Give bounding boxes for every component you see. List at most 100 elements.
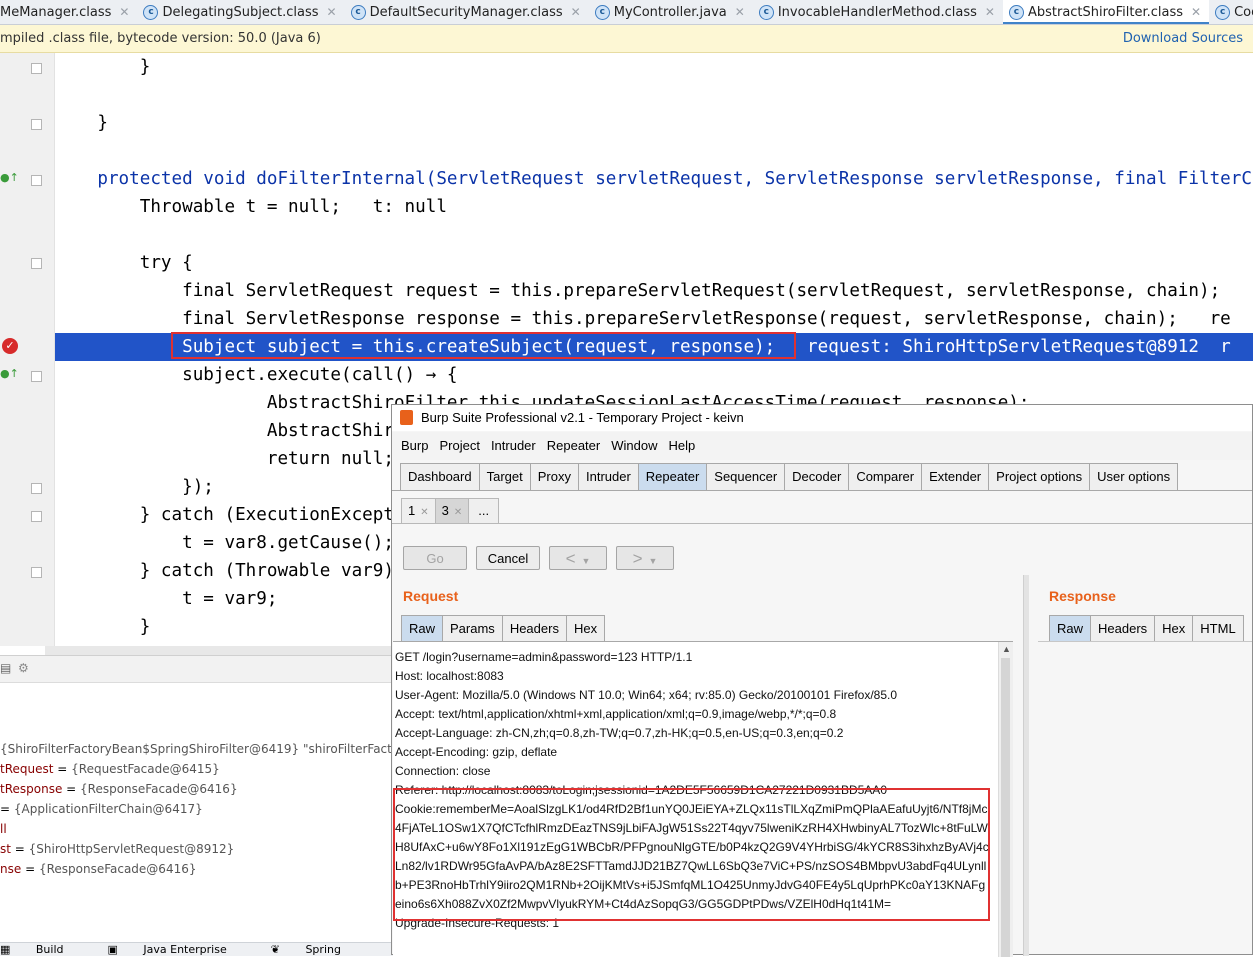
variable-row[interactable]: tResponse = {ResponseFacade@6416} <box>0 779 238 799</box>
class-icon: c <box>1008 5 1024 20</box>
editor-tab-bar: MeManager.class ✕ c DelegatingSubject.class… <box>0 0 1253 25</box>
fold-marker[interactable] <box>31 371 42 382</box>
close-icon[interactable]: ✕ <box>571 0 581 24</box>
dropdown-icon[interactable]: ▼ <box>649 556 658 566</box>
override-method-icon[interactable]: ●↑ <box>0 171 19 184</box>
menu-repeater[interactable]: Repeater <box>547 438 600 453</box>
tab-intruder[interactable]: Intruder <box>577 463 639 490</box>
code-line: final ServletResponse response = this.pr… <box>55 309 1231 329</box>
back-button[interactable]: < ▼ <box>549 546 607 570</box>
menu-window[interactable]: Window <box>611 438 657 453</box>
fold-marker[interactable] <box>31 511 42 522</box>
breakpoint-icon[interactable]: ✓ <box>2 338 18 354</box>
window-title: Burp Suite Professional v2.1 - Temporary… <box>421 410 744 425</box>
tab-proxy[interactable]: Proxy <box>529 463 579 490</box>
request-scrollbar[interactable]: ▲ <box>998 642 1013 957</box>
variable-row[interactable]: = {ApplicationFilterChain@6417} <box>0 799 203 819</box>
repeater-tab-new[interactable]: ... <box>468 498 500 523</box>
tab-dashboard[interactable]: Dashboard <box>400 463 480 490</box>
close-icon[interactable]: ✕ <box>119 0 129 24</box>
download-sources-link[interactable]: Download Sources <box>1123 25 1243 52</box>
ide-status-bar: ▦ Build ▣ Java Enterprise ❦ Spring <box>0 942 395 956</box>
close-icon[interactable]: ✕ <box>454 507 462 518</box>
menu-project[interactable]: Project <box>439 438 479 453</box>
repeater-tab-3[interactable]: 3 ✕ <box>434 498 470 523</box>
tab-repeater[interactable]: Repeater <box>637 463 708 490</box>
scrollbar-thumb[interactable] <box>1001 658 1010 957</box>
fold-marker[interactable] <box>31 119 42 130</box>
editor-gutter: ●↑ ✓ ●↑ <box>0 53 54 646</box>
request-line: GET /login?username=admin&password=123 H… <box>395 650 693 664</box>
decompiled-notice: mpiled .class file, bytecode version: 50… <box>0 31 321 46</box>
close-icon[interactable]: ✕ <box>420 507 428 518</box>
menu-burp[interactable]: Burp <box>401 438 428 453</box>
close-icon[interactable]: ✕ <box>1191 0 1201 24</box>
request-tab-hex[interactable]: Hex <box>565 615 606 641</box>
tab-decoder[interactable]: Decoder <box>784 463 850 490</box>
tab-target[interactable]: Target <box>478 463 531 490</box>
split-pane-divider[interactable] <box>1023 575 1029 956</box>
fold-marker[interactable] <box>31 63 42 74</box>
tab-extender[interactable]: Extender <box>921 463 990 490</box>
menu-intruder[interactable]: Intruder <box>491 438 536 453</box>
build-icon: ▦ <box>0 943 14 956</box>
variable-row[interactable]: tRequest = {RequestFacade@6415} <box>0 759 220 779</box>
spring-tool-tab[interactable]: ❦ Spring <box>271 943 363 956</box>
build-tool-tab[interactable]: ▦ Build <box>0 943 86 956</box>
editor-tab[interactable]: MeManager.class ✕ <box>0 0 137 24</box>
horizontal-scrollbar[interactable] <box>45 646 395 655</box>
burp-menu-bar: Burp Project Intruder Repeater Window Help <box>392 432 1252 460</box>
fold-marker[interactable] <box>31 175 42 186</box>
tab-project-options[interactable]: Project options <box>988 463 1091 490</box>
close-icon[interactable]: ✕ <box>985 0 995 24</box>
editor-tab[interactable]: c MyController.java ✕ <box>589 0 753 24</box>
request-header-connection: Connection: close <box>395 764 491 778</box>
response-tab-html[interactable]: HTML <box>1192 615 1244 641</box>
response-tab-raw[interactable]: Raw <box>1049 615 1092 641</box>
layout-icon[interactable]: ▤ <box>0 661 11 675</box>
request-header-host: Host: localhost:8083 <box>395 669 504 683</box>
dropdown-icon[interactable]: ▼ <box>582 556 591 566</box>
override-method-icon[interactable]: ●↑ <box>0 367 19 380</box>
request-tab-params[interactable]: Params <box>442 615 503 641</box>
code-line: subject.execute(call() → { <box>55 365 458 385</box>
forward-button[interactable]: > ▼ <box>616 546 674 570</box>
response-tab-headers[interactable]: Headers <box>1090 615 1156 641</box>
menu-help[interactable]: Help <box>668 438 695 453</box>
request-tab-raw[interactable]: Raw <box>401 615 444 641</box>
settings-icon[interactable]: ⚙ <box>18 661 29 675</box>
response-tab-hex[interactable]: Hex <box>1154 615 1194 641</box>
tab-divider <box>392 490 1252 491</box>
editor-tab[interactable]: c DefaultSecurityManager.class ✕ <box>345 0 589 24</box>
tab-sequencer[interactable]: Sequencer <box>706 463 786 490</box>
variable-row[interactable]: {ShiroFilterFactoryBean$SpringShiroFilte… <box>0 739 411 759</box>
java-enterprise-tool-tab[interactable]: ▣ Java Enterprise <box>108 943 249 956</box>
repeater-tab-1[interactable]: 1 ✕ <box>401 498 436 523</box>
code-line: try { <box>55 253 193 273</box>
editor-tab-active[interactable]: c AbstractShiroFilter.class ✕ <box>1002 0 1210 24</box>
cancel-button[interactable]: Cancel <box>476 546 540 570</box>
variable-row[interactable]: nse = {ResponseFacade@6416} <box>0 859 196 879</box>
close-icon[interactable]: ✕ <box>327 0 337 24</box>
fold-marker[interactable] <box>31 567 42 578</box>
close-icon[interactable]: ✕ <box>735 0 745 24</box>
response-body[interactable] <box>1038 641 1252 652</box>
class-icon: c <box>594 5 610 20</box>
editor-tab[interactable]: cCookieRememberMe <box>1209 1 1253 24</box>
scroll-up-icon[interactable]: ▲ <box>1002 644 1011 654</box>
request-tab-headers[interactable]: Headers <box>501 615 567 641</box>
variable-row[interactable]: ll <box>0 819 7 839</box>
tab-user-options[interactable]: User options <box>1089 463 1179 490</box>
editor-tab[interactable]: c InvocableHandlerMethod.class ✕ <box>753 0 1003 24</box>
go-button[interactable]: Go <box>403 546 467 570</box>
tab-comparer[interactable]: Comparer <box>848 463 923 490</box>
fold-marker[interactable] <box>31 258 42 269</box>
variable-row[interactable]: st = {ShiroHttpServletRequest@8912} <box>0 839 234 859</box>
burp-title-bar[interactable]: Burp Suite Professional v2.1 - Temporary… <box>392 405 1252 431</box>
code-line: protected void doFilterInternal(ServletR… <box>55 169 1253 189</box>
fold-marker[interactable] <box>31 483 42 494</box>
request-editor[interactable]: GET /login?username=admin&password=123 H… <box>393 641 1013 957</box>
editor-tab[interactable]: c DelegatingSubject.class ✕ <box>137 0 344 24</box>
code-line: Throwable t = null; t: null <box>55 197 447 217</box>
